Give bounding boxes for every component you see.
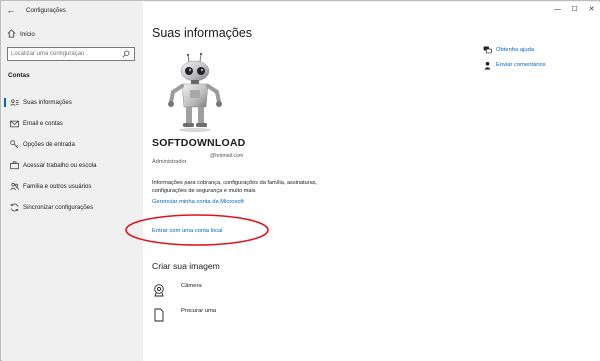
sidebar-item-label: Email e contas bbox=[23, 120, 63, 127]
close-icon: ✕ bbox=[588, 6, 595, 13]
browse-option[interactable]: Procurar uma bbox=[152, 308, 216, 322]
page-title: Suas informações bbox=[152, 26, 253, 40]
sync-icon bbox=[9, 203, 19, 213]
key-icon bbox=[9, 140, 19, 150]
maximize-button[interactable]: ☐ bbox=[566, 2, 583, 16]
user-role: Administrador bbox=[152, 159, 187, 165]
chat-help-icon bbox=[482, 46, 492, 54]
back-button[interactable]: ← bbox=[2, 2, 20, 18]
main-content: — ☐ ✕ Suas informações SOFTDOWNLOAD @hot… bbox=[125, 2, 600, 361]
people-icon bbox=[9, 182, 19, 192]
briefcase-icon bbox=[9, 161, 19, 171]
local-account-link[interactable]: Entrar com uma conta local bbox=[152, 228, 223, 234]
sidebar-item-your-info[interactable]: Suas informações bbox=[2, 92, 143, 113]
camera-label: Câmera bbox=[181, 283, 202, 289]
search-box[interactable] bbox=[7, 47, 135, 61]
maximize-icon: ☐ bbox=[571, 6, 578, 13]
close-button[interactable]: ✕ bbox=[583, 2, 600, 16]
sidebar-item-label: Família e outros usuários bbox=[23, 183, 92, 190]
feedback-label: Enviar comentários bbox=[496, 62, 546, 68]
email-redaction bbox=[152, 151, 210, 157]
camera-icon bbox=[152, 283, 166, 297]
home-label: Início bbox=[20, 30, 35, 38]
sidebar-item-family[interactable]: Família e outros usuários bbox=[2, 176, 143, 197]
feedback-link[interactable]: Enviar comentários bbox=[482, 59, 546, 71]
user-name: SOFTDOWNLOAD bbox=[152, 137, 246, 149]
account-info-text: Informações para cobrança, configurações… bbox=[152, 180, 318, 194]
get-help-link[interactable]: Obtenha ajuda bbox=[482, 44, 546, 56]
title-bar: ← Configurações bbox=[2, 2, 143, 18]
settings-window: ← Configurações Início Contas Suas infor… bbox=[0, 0, 600, 361]
mail-icon bbox=[9, 119, 19, 129]
sidebar-item-work-school[interactable]: Acessar trabalho ou escola bbox=[2, 155, 143, 176]
sidebar-item-sync[interactable]: Sincronizar configurações bbox=[2, 197, 143, 218]
get-help-label: Obtenha ajuda bbox=[496, 47, 535, 53]
back-arrow-icon: ← bbox=[6, 5, 16, 15]
manage-account-link[interactable]: Gerenciar minha conta da Microsoft bbox=[152, 199, 244, 205]
user-email: @hotmail.com bbox=[152, 151, 243, 159]
person-card-icon bbox=[9, 98, 19, 108]
search-icon[interactable] bbox=[120, 50, 132, 58]
minimize-icon: — bbox=[554, 5, 561, 13]
sidebar-item-label: Opções de entrada bbox=[23, 141, 75, 148]
sidebar-item-label: Suas informações bbox=[23, 99, 72, 106]
home-icon bbox=[7, 28, 17, 40]
avatar bbox=[155, 52, 235, 132]
sidebar: ← Configurações Início Contas Suas infor… bbox=[2, 2, 143, 361]
feedback-icon bbox=[482, 61, 492, 70]
create-picture-heading: Criar sua imagem bbox=[152, 261, 220, 271]
sidebar-item-label: Acessar trabalho ou escola bbox=[23, 162, 97, 169]
email-domain: @hotmail.com bbox=[210, 153, 244, 159]
search-input[interactable] bbox=[8, 51, 120, 57]
minimize-button[interactable]: — bbox=[549, 2, 566, 16]
sidebar-item-sign-in-options[interactable]: Opções de entrada bbox=[2, 134, 143, 155]
help-links: Obtenha ajuda Enviar comentários bbox=[482, 44, 546, 74]
browse-label: Procurar uma bbox=[181, 308, 217, 314]
browse-file-icon bbox=[152, 308, 166, 322]
sidebar-nav: Suas informações Email e contas Opções d… bbox=[2, 92, 143, 218]
sidebar-item-label: Sincronizar configurações bbox=[23, 204, 94, 211]
robot-avatar-image bbox=[168, 52, 222, 132]
sidebar-item-email[interactable]: Email e contas bbox=[2, 113, 143, 134]
section-label: Contas bbox=[8, 72, 30, 79]
camera-option[interactable]: Câmera bbox=[152, 283, 202, 297]
window-controls: — ☐ ✕ bbox=[549, 2, 600, 16]
app-title: Configurações bbox=[26, 6, 66, 14]
nav-home[interactable]: Início bbox=[7, 28, 35, 40]
